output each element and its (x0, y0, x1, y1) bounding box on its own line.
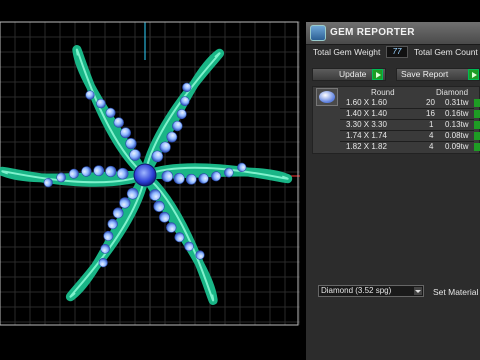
total-count-label: Total Gem Count (414, 47, 478, 57)
update-label: Update (339, 69, 367, 79)
gem (85, 90, 95, 100)
gem (129, 149, 141, 161)
gem (174, 232, 185, 243)
row-size: 1.60 X 1.60 (346, 98, 387, 107)
row-go-icon[interactable] (474, 99, 480, 107)
total-weight-label: Total Gem Weight (313, 47, 381, 57)
gem (195, 250, 205, 260)
gem (159, 211, 170, 223)
gem (149, 189, 161, 201)
ring-model-render[interactable] (0, 0, 300, 360)
save-report-go-icon[interactable] (468, 69, 479, 80)
update-go-icon[interactable] (372, 69, 383, 80)
row-count: 4 (429, 142, 434, 151)
gem (105, 107, 116, 118)
material-select-value: Diamond (3.52 spg) (321, 286, 392, 295)
row-count: 20 (426, 98, 435, 107)
table-header-round: Round (371, 88, 395, 97)
gem (184, 241, 194, 252)
total-weight-field[interactable]: 77 (386, 46, 408, 58)
row-count: 1 (429, 120, 434, 129)
material-select[interactable]: Diamond (3.52 spg) (318, 285, 424, 297)
row-size: 3.30 X 3.30 (346, 120, 387, 129)
gem (120, 127, 131, 139)
row-weight: 0.16tw (445, 109, 469, 118)
gem (125, 138, 137, 150)
panel-title: GEM REPORTER (330, 27, 415, 38)
save-report-label: Save Report (401, 69, 449, 79)
gem (153, 200, 165, 212)
round-gem-icon (316, 88, 338, 106)
row-weight: 0.13tw (445, 120, 469, 129)
row-weight: 0.09tw (445, 142, 469, 151)
gem (113, 117, 124, 128)
table-header-diamond: Diamond (436, 88, 469, 97)
row-size: 1.40 X 1.40 (346, 109, 387, 118)
row-count: 4 (429, 131, 434, 140)
chevron-down-icon (414, 287, 422, 295)
row-go-icon[interactable] (474, 132, 480, 140)
row-size: 1.82 X 1.82 (346, 142, 387, 151)
row-weight: 0.08tw (445, 131, 469, 140)
row-go-icon[interactable] (474, 121, 480, 129)
gem (96, 98, 106, 109)
gem (166, 222, 177, 233)
row-go-icon[interactable] (474, 143, 480, 151)
gem-reporter-icon (310, 25, 326, 41)
panel-titlebar[interactable]: GEM REPORTER (306, 22, 480, 45)
center-gem (133, 163, 157, 187)
3d-viewport[interactable] (0, 0, 300, 360)
set-material-button[interactable]: Set Material (433, 287, 478, 297)
row-weight: 0.31tw (445, 98, 469, 107)
row-size: 1.74 X 1.74 (346, 131, 387, 140)
row-count: 16 (426, 109, 435, 118)
row-go-icon[interactable] (474, 110, 480, 118)
